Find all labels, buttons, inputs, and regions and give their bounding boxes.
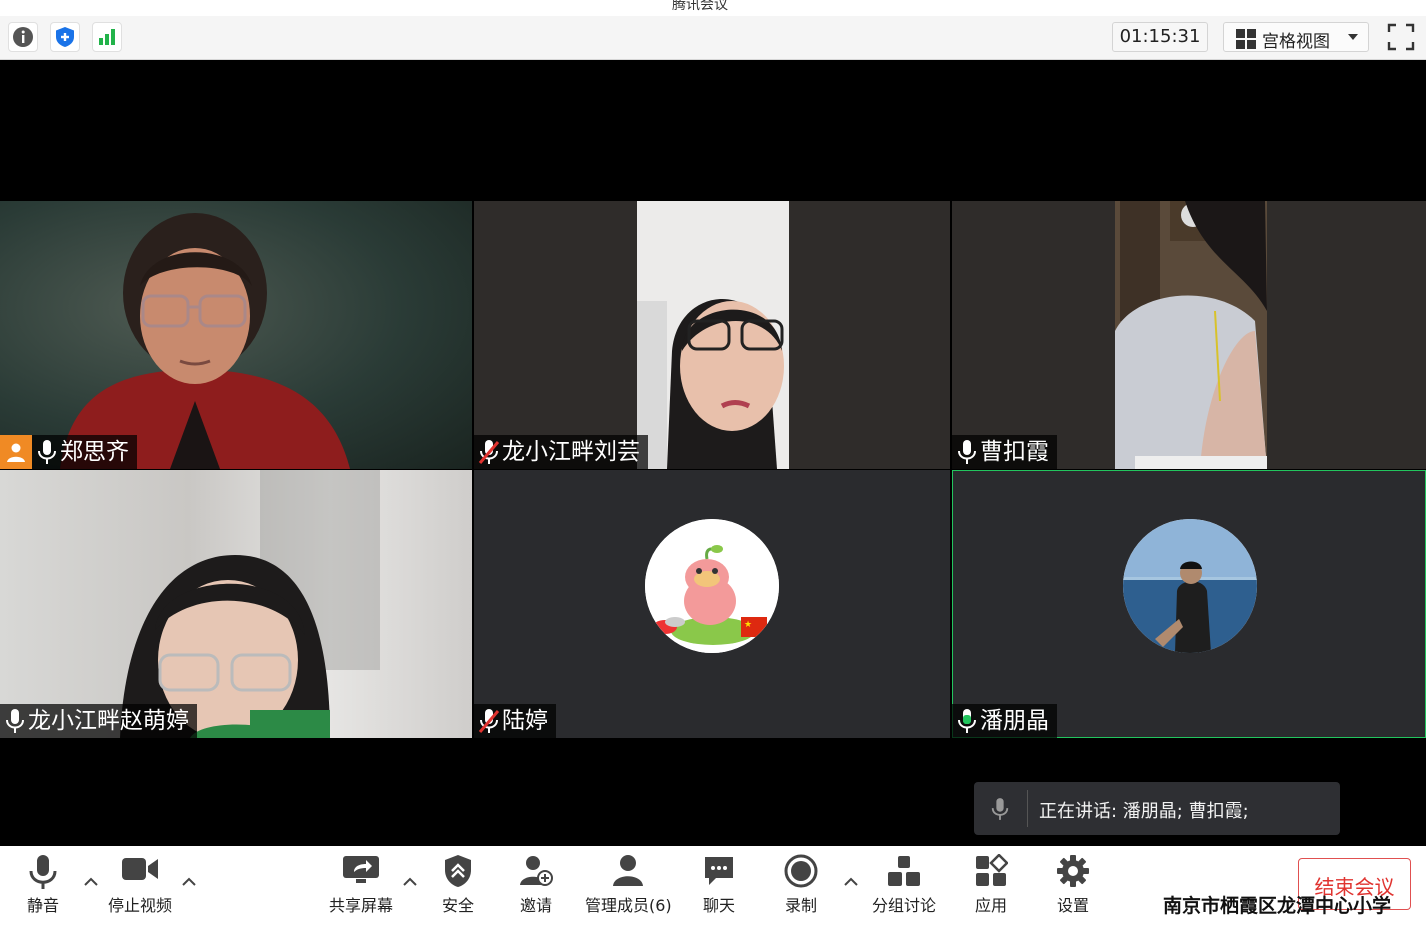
participant-name: 潘朋晶 <box>980 708 1049 734</box>
mute-button[interactable]: 静音 <box>18 854 68 916</box>
fullscreen-icon <box>1387 23 1415 51</box>
participant-name: 曹扣霞 <box>980 439 1049 465</box>
share-screen-label: 共享屏幕 <box>328 896 393 915</box>
record-icon <box>784 854 818 888</box>
manage-members-button[interactable]: 管理成员(6) <box>585 854 672 916</box>
invite-label: 邀请 <box>519 896 552 915</box>
participant-name-tag: 曹扣霞 <box>952 435 1057 469</box>
chevron-up-icon[interactable] <box>83 874 99 890</box>
security-button[interactable]: 安全 <box>436 854 480 916</box>
participant-video <box>637 201 789 469</box>
shield-icon[interactable] <box>50 22 80 52</box>
speaking-indicator: 正在讲话: 潘朋晶; 曹扣霞; <box>974 782 1340 835</box>
participant-name-tag: 龙小江畔刘芸 <box>474 435 648 469</box>
video-tile[interactable]: 龙小江畔刘芸 <box>474 201 950 469</box>
participant-name: 郑思齐 <box>60 439 129 465</box>
participant-name: 龙小江畔刘芸 <box>502 439 640 465</box>
video-tile[interactable]: 曹扣霞 <box>952 201 1426 469</box>
record-label: 录制 <box>784 896 817 915</box>
avatar: ★ <box>645 519 779 653</box>
settings-button[interactable]: 设置 <box>1052 854 1094 916</box>
participant-name-tag: 潘朋晶 <box>952 704 1057 738</box>
microphone-muted-icon <box>478 440 500 464</box>
microphone-icon <box>6 709 24 733</box>
network-signal-icon[interactable] <box>92 22 122 52</box>
mute-label: 静音 <box>26 896 59 915</box>
chat-label: 聊天 <box>702 896 735 915</box>
svg-text:★: ★ <box>744 620 752 630</box>
breakout-rooms-label: 分组讨论 <box>871 896 936 915</box>
manage-members-label: 管理成员(6) <box>585 896 672 915</box>
record-button[interactable]: 录制 <box>780 854 822 916</box>
stop-video-button[interactable]: 停止视频 <box>104 854 176 916</box>
stop-video-label: 停止视频 <box>107 896 172 915</box>
video-tile-active-speaker[interactable]: 潘朋晶 <box>952 470 1426 738</box>
chat-button[interactable]: 聊天 <box>698 854 740 916</box>
participant-video <box>120 470 380 738</box>
shield-icon <box>445 855 471 887</box>
apps-button[interactable]: 应用 <box>970 854 1012 916</box>
share-screen-button[interactable]: 共享屏幕 <box>326 854 396 916</box>
participant-name-tag: 陆婷 <box>474 704 556 738</box>
school-watermark: 南京市栖霞区龙潭中心小学 <box>1163 895 1392 917</box>
fullscreen-button[interactable] <box>1386 22 1416 52</box>
microphone-speaking-icon <box>958 709 976 733</box>
host-icon <box>0 435 32 469</box>
breakout-rooms-button[interactable]: 分组讨论 <box>870 854 938 916</box>
apps-icon <box>976 854 1008 886</box>
view-mode-label: 宫格视图 <box>1262 32 1330 52</box>
video-tile[interactable]: 郑思齐 <box>0 201 472 469</box>
apps-label: 应用 <box>974 896 1007 915</box>
microphone-icon <box>991 798 1009 820</box>
members-icon <box>613 855 643 886</box>
microphone-icon <box>29 855 57 889</box>
bottom-toolbar: 静音 停止视频 共享屏幕 安全 邀请 管理成员(6) 聊天 录制 分组讨论 应用… <box>0 846 1426 925</box>
cartoon-avatar-image: ★ <box>645 519 779 653</box>
sea-photo-avatar-image <box>1123 519 1257 653</box>
chat-bubble-icon <box>705 857 733 885</box>
participant-name: 龙小江畔赵萌婷 <box>28 708 189 734</box>
microphone-muted-icon <box>478 709 500 733</box>
gear-icon <box>1057 855 1089 887</box>
window-title: 腾讯会议 <box>672 0 728 13</box>
add-user-icon <box>520 856 553 886</box>
microphone-icon <box>958 440 976 464</box>
video-camera-icon <box>122 858 158 880</box>
speaking-text: 正在讲话: 潘朋晶; 曹扣霞; <box>1039 801 1249 822</box>
invite-button[interactable]: 邀请 <box>514 854 558 916</box>
video-tile[interactable]: 龙小江畔赵萌婷 <box>0 470 472 738</box>
view-mode-dropdown[interactable]: 宫格视图 <box>1223 22 1369 52</box>
video-tile[interactable]: ★ 陆婷 <box>474 470 950 738</box>
top-toolbar: 01:15:31 宫格视图 <box>0 16 1426 60</box>
participant-name-tag: 龙小江畔赵萌婷 <box>0 704 197 738</box>
microphone-icon <box>38 440 56 464</box>
window-titlebar: 腾讯会议 <box>0 0 1426 17</box>
chevron-up-icon[interactable] <box>402 874 418 890</box>
chevron-down-icon <box>1348 34 1358 40</box>
participant-video <box>60 213 350 469</box>
meeting-info-icon[interactable] <box>8 22 38 52</box>
chevron-up-icon[interactable] <box>843 874 859 890</box>
avatar <box>1123 519 1257 653</box>
participant-name: 陆婷 <box>502 708 548 734</box>
share-screen-icon <box>343 856 379 883</box>
breakout-rooms-icon <box>888 856 920 886</box>
chevron-up-icon[interactable] <box>181 874 197 890</box>
meeting-timer: 01:15:31 <box>1112 22 1208 52</box>
participant-name-tag: 郑思齐 <box>0 435 137 469</box>
settings-label: 设置 <box>1056 896 1089 915</box>
divider <box>1027 790 1028 827</box>
grid-view-icon <box>1236 29 1256 49</box>
participant-video <box>1115 201 1267 469</box>
security-label: 安全 <box>441 896 474 915</box>
